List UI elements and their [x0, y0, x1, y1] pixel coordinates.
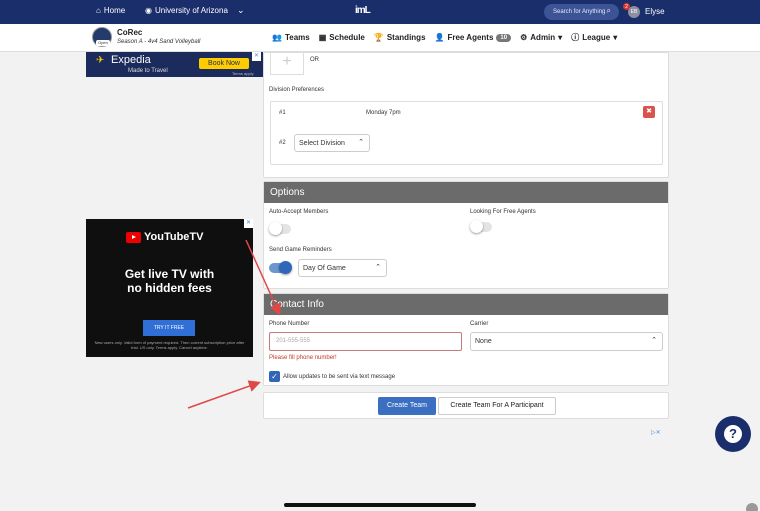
annotation-arrow-phone [245, 239, 281, 316]
home-indicator [284, 503, 476, 507]
annotation-arrows [187, 239, 281, 409]
annotation-arrow-checkbox [187, 380, 261, 409]
assistive-touch-dot[interactable] [746, 503, 758, 511]
